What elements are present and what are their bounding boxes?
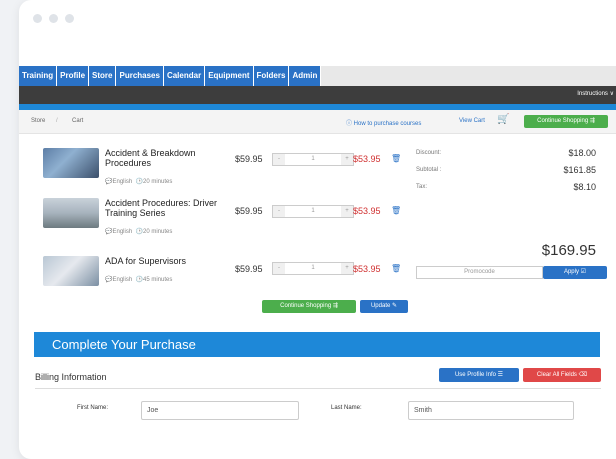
clock-icon: 🕒 — [135, 179, 143, 185]
tab-folders[interactable]: Folders — [253, 66, 290, 86]
section-title: Complete Your Purchase — [52, 337, 196, 352]
course-language: English — [112, 179, 133, 185]
quantity-value[interactable]: 1 — [285, 206, 341, 217]
item-price: $59.95 — [235, 154, 263, 164]
course-meta: 💬English 🕒45 minutes — [105, 276, 172, 283]
instructions-bar: Instructions ∨ — [19, 86, 616, 104]
tab-store[interactable]: Store — [89, 66, 117, 86]
course-thumbnail — [43, 256, 99, 286]
continue-shopping-button-bottom[interactable]: Continue Shopping ⇶ — [262, 300, 356, 313]
main-nav-tabs: Training Profile Store Purchases Calenda… — [19, 66, 322, 86]
discount-value: $18.00 — [568, 148, 596, 158]
browser-window: Training Profile Store Purchases Calenda… — [19, 0, 616, 459]
course-title[interactable]: ADA for Supervisors — [105, 256, 235, 266]
complete-purchase-header: Complete Your Purchase — [34, 332, 600, 357]
cart-icon[interactable]: 🛒 — [497, 114, 509, 125]
breadcrumb-store[interactable]: Store — [31, 118, 45, 124]
cart-item: Accident Procedures: Driver Training Ser… — [43, 198, 413, 238]
last-name-field[interactable]: Smith — [408, 401, 574, 420]
course-meta: 💬English 🕒20 minutes — [105, 228, 172, 235]
decrement-button[interactable]: - — [273, 206, 285, 217]
course-title[interactable]: Accident & Breakdown Procedures — [105, 148, 235, 168]
item-price: $59.95 — [235, 206, 263, 216]
clock-icon: 🕒 — [135, 229, 143, 235]
increment-button[interactable]: + — [341, 154, 353, 165]
course-duration: 20 minutes — [143, 229, 173, 235]
discount-row: Discount: $18.00 — [416, 148, 596, 158]
trash-icon[interactable]: 🗑 — [391, 264, 401, 273]
quantity-value[interactable]: 1 — [285, 154, 341, 165]
window-titlebar — [19, 0, 616, 62]
breadcrumb-separator: / — [56, 118, 58, 124]
subtotal-value: $161.85 — [563, 165, 596, 175]
apply-button[interactable]: Apply ☑ — [543, 266, 607, 279]
tab-admin[interactable]: Admin — [289, 66, 322, 86]
decrement-button[interactable]: - — [273, 263, 285, 274]
first-name-label: First Name: — [77, 405, 109, 411]
item-total: $53.95 — [353, 206, 381, 216]
tax-value: $8.10 — [573, 182, 596, 192]
cart-item: Accident & Breakdown Procedures 💬English… — [43, 148, 413, 188]
tax-row: Tax: $8.10 — [416, 182, 596, 192]
clear-all-fields-button[interactable]: Clear All Fields ⌫ — [523, 368, 601, 382]
tab-calendar[interactable]: Calendar — [163, 66, 206, 86]
quantity-stepper[interactable]: - 1 + — [272, 205, 354, 218]
course-language: English — [112, 229, 133, 235]
subtotal-label: Subtotal : — [416, 167, 442, 173]
breadcrumb-cart: Cart — [72, 118, 84, 124]
divider — [35, 388, 601, 389]
cart-item: ADA for Supervisors 💬English 🕒45 minutes… — [43, 256, 413, 296]
window-control-dot[interactable] — [49, 14, 58, 23]
tab-equipment[interactable]: Equipment — [205, 66, 254, 86]
breadcrumb: Store / Cart ⓘ How to purchase courses V… — [19, 110, 616, 134]
course-thumbnail — [43, 198, 99, 228]
increment-button[interactable]: + — [341, 263, 353, 274]
window-control-dot[interactable] — [33, 14, 42, 23]
course-duration: 20 minutes — [143, 179, 173, 185]
tab-profile[interactable]: Profile — [57, 66, 90, 86]
view-cart-link[interactable]: View Cart — [459, 118, 485, 124]
quantity-stepper[interactable]: - 1 + — [272, 262, 354, 275]
course-title[interactable]: Accident Procedures: Driver Training Ser… — [105, 198, 235, 218]
clock-icon: 🕒 — [135, 277, 143, 283]
trash-icon[interactable]: 🗑 — [391, 154, 401, 163]
first-name-field[interactable]: Joe — [141, 401, 299, 420]
course-thumbnail — [43, 148, 99, 178]
decrement-button[interactable]: - — [273, 154, 285, 165]
tab-training[interactable]: Training — [19, 66, 58, 86]
item-total: $53.95 — [353, 154, 381, 164]
billing-title: Billing Information — [35, 372, 107, 382]
discount-label: Discount: — [416, 150, 442, 156]
item-price: $59.95 — [235, 264, 263, 274]
quantity-value[interactable]: 1 — [285, 263, 341, 274]
continue-shopping-button[interactable]: Continue Shopping ⇶ — [524, 115, 608, 128]
instructions-toggle[interactable]: Instructions ∨ — [577, 90, 614, 97]
promocode-input[interactable]: Promocode — [416, 266, 543, 279]
how-to-purchase-link[interactable]: ⓘ How to purchase courses — [346, 118, 421, 127]
last-name-label: Last Name: — [331, 405, 362, 411]
course-duration: 45 minutes — [143, 277, 173, 283]
trash-icon[interactable]: 🗑 — [391, 206, 401, 215]
quantity-stepper[interactable]: - 1 + — [272, 153, 354, 166]
window-control-dot[interactable] — [65, 14, 74, 23]
order-total: $169.95 — [541, 242, 596, 259]
tab-purchases[interactable]: Purchases — [116, 66, 164, 86]
update-button[interactable]: Update ✎ — [360, 300, 408, 313]
tax-label: Tax: — [416, 184, 428, 190]
course-meta: 💬English 🕒20 minutes — [105, 178, 172, 185]
subtotal-row: Subtotal : $161.85 — [416, 165, 596, 175]
item-total: $53.95 — [353, 264, 381, 274]
use-profile-info-button[interactable]: Use Profile Info ☰ — [439, 368, 519, 382]
course-language: English — [112, 277, 133, 283]
increment-button[interactable]: + — [341, 206, 353, 217]
